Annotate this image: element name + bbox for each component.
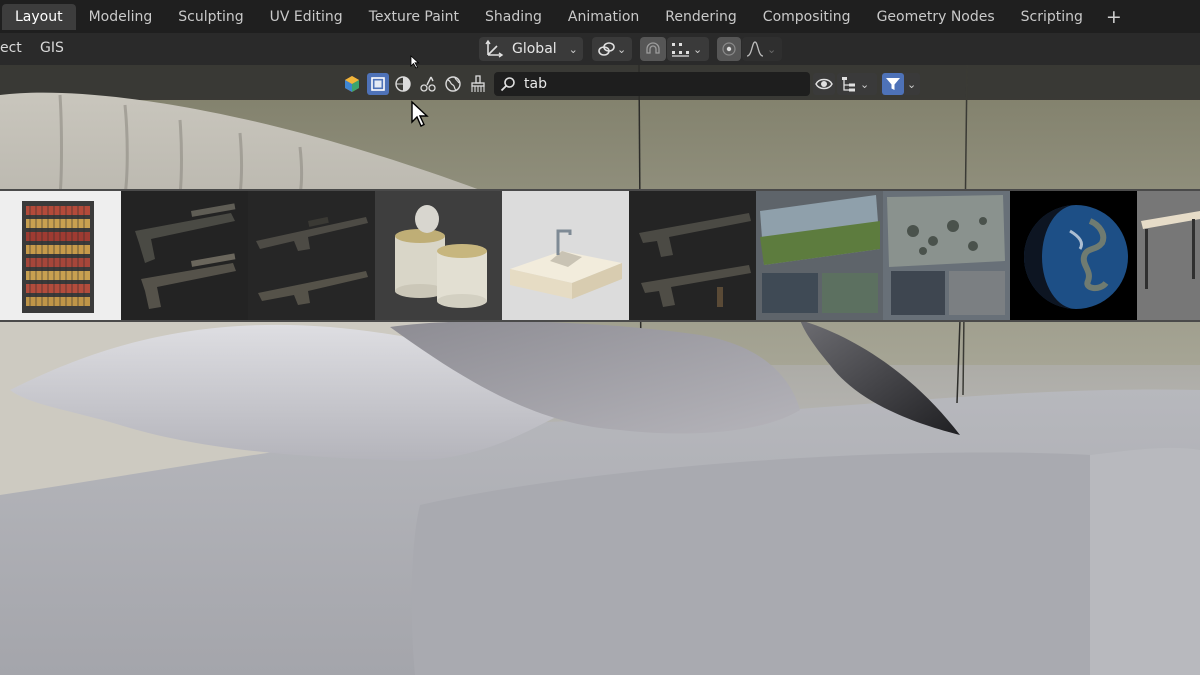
menu-gis[interactable]: GIS (40, 40, 64, 56)
chevron-down-icon: ⌄ (568, 42, 578, 56)
asset-pistol[interactable] (121, 191, 248, 320)
asset-thumbnail-strip (0, 189, 1200, 322)
3d-viewport[interactable]: tab ⌄ ⌄ (0, 65, 1200, 675)
tab-uv-editing[interactable]: UV Editing (257, 4, 356, 30)
pistol-thumbnail (121, 191, 248, 320)
transform-orientation-icon (484, 39, 504, 59)
bookshelf-thumbnail (0, 191, 121, 320)
asset-bookshelf[interactable] (0, 191, 121, 320)
brushes-filter-icon[interactable] (467, 73, 489, 95)
search-icon (500, 76, 516, 92)
snap-target-dropdown[interactable]: ⌄ (667, 37, 709, 61)
asset-search-value: tab (524, 76, 547, 92)
tab-animation[interactable]: Animation (555, 4, 652, 30)
chevron-down-icon: ⌄ (693, 42, 703, 56)
falloff-curve-icon (745, 39, 765, 59)
tab-texture-paint[interactable]: Texture Paint (356, 4, 472, 30)
asset-browser-toolbar: tab ⌄ ⌄ (340, 70, 924, 98)
mouse-cursor-icon (411, 100, 429, 127)
chevron-down-icon: ⌄ (907, 77, 917, 91)
tab-modeling[interactable]: Modeling (76, 4, 166, 30)
sink-thumbnail (502, 191, 629, 320)
rifle-thumbnail (248, 191, 375, 320)
asset-tin-cans[interactable] (375, 191, 502, 320)
tab-layout[interactable]: Layout (2, 3, 76, 30)
snap-toggle[interactable] (640, 37, 666, 61)
asset-sink[interactable] (502, 191, 629, 320)
outliner-tree-icon (840, 75, 858, 93)
asset-terrain[interactable] (756, 191, 883, 320)
terrain-texture-thumbnail (756, 191, 883, 320)
poses-filter-icon[interactable] (417, 73, 439, 95)
pivot-point-dropdown[interactable]: ⌄ (592, 37, 632, 61)
asset-search-input[interactable]: tab (494, 72, 810, 96)
asset-table[interactable] (1137, 191, 1200, 320)
asset-weapons[interactable] (629, 191, 756, 320)
weapons-thumbnail (629, 191, 756, 320)
visibility-toggle[interactable] (813, 73, 835, 95)
asset-decal-pack[interactable] (883, 191, 1010, 320)
table-thumbnail (1137, 191, 1200, 320)
tab-shading[interactable]: Shading (472, 4, 555, 30)
falloff-dropdown[interactable]: ⌄ (742, 37, 782, 61)
filter-dropdown[interactable]: ⌄ (880, 73, 920, 95)
tab-scripting[interactable]: Scripting (1008, 4, 1096, 30)
tab-sculpting[interactable]: Sculpting (165, 4, 256, 30)
tab-rendering[interactable]: Rendering (652, 4, 750, 30)
small-cursor-icon (410, 55, 420, 69)
proportional-editing-toggle[interactable] (717, 37, 741, 61)
chevron-down-icon: ⌄ (860, 77, 870, 91)
materials-filter-icon[interactable] (392, 73, 414, 95)
worlds-filter-icon[interactable] (442, 73, 464, 95)
transform-orientation-label: Global (512, 41, 557, 57)
earth-thumbnail (1010, 191, 1137, 320)
snap-increment-icon (670, 39, 690, 59)
filter-funnel-icon (882, 73, 904, 95)
proportional-editing-icon (721, 41, 737, 57)
all-types-icon[interactable] (341, 73, 363, 95)
viewport-render (0, 65, 1200, 675)
objects-filter-icon[interactable] (367, 73, 389, 95)
tab-compositing[interactable]: Compositing (750, 4, 864, 30)
eye-icon (815, 75, 833, 93)
chevron-down-icon: ⌄ (767, 42, 777, 56)
decal-pack-thumbnail (883, 191, 1010, 320)
viewport-header: ect GIS Global ⌄ ⌄ ⌄ ⌄ (0, 33, 1200, 65)
transform-orientation-dropdown[interactable]: Global ⌄ (479, 37, 583, 61)
asset-earth[interactable] (1010, 191, 1137, 320)
chevron-down-icon: ⌄ (617, 42, 627, 56)
menu-select[interactable]: ect (0, 40, 22, 56)
snap-magnet-icon (643, 39, 663, 59)
link-pivot-icon (596, 39, 616, 59)
tin-cans-thumbnail (375, 191, 502, 320)
add-workspace-button[interactable]: + (1098, 6, 1130, 28)
workspace-tab-bar: Layout Modeling Sculpting UV Editing Tex… (0, 0, 1200, 33)
tab-geometry-nodes[interactable]: Geometry Nodes (864, 4, 1008, 30)
display-mode-dropdown[interactable]: ⌄ (837, 73, 877, 95)
asset-rifle[interactable] (248, 191, 375, 320)
